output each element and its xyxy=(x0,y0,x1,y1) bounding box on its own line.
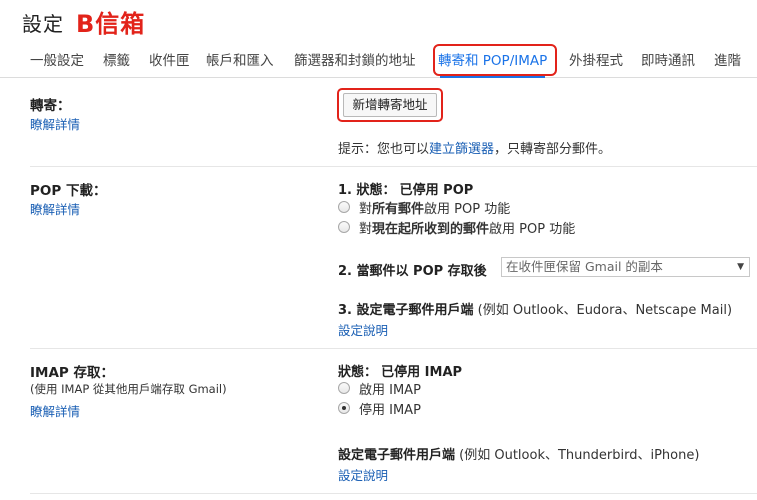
tab-general[interactable]: 一般設定 xyxy=(30,42,84,78)
section-divider xyxy=(30,166,757,167)
tab-highlight-box xyxy=(433,44,557,76)
radio-button[interactable] xyxy=(338,221,350,233)
radio-button[interactable] xyxy=(338,382,350,394)
pop-title: POP 下載： xyxy=(30,183,107,199)
tab-chat[interactable]: 即時通訊 xyxy=(641,42,695,78)
imap-learn-more-link[interactable]: 瞭解詳情 xyxy=(30,401,80,420)
pop-option-all-mail[interactable]: 對所有郵件 啟用 POP 功能 xyxy=(338,198,510,217)
section-divider xyxy=(30,493,757,494)
tab-inbox[interactable]: 收件匣 xyxy=(149,42,190,78)
forwarding-tip: 提示：您也可以建立篩選器，只轉寄部分郵件。 xyxy=(338,142,612,157)
pop-status: 1. 狀態： 已停用 POP xyxy=(338,183,474,198)
pop-access-label: 2. 當郵件以 POP 存取後 xyxy=(338,264,487,279)
settings-tabs: 一般設定 標籤 收件匣 帳戶和匯入 篩選器和封鎖的地址 轉寄和 POP/IMAP… xyxy=(0,42,757,78)
tab-labels[interactable]: 標籤 xyxy=(103,42,130,78)
imap-option-disable[interactable]: 停用 IMAP xyxy=(338,399,421,418)
imap-title: IMAP 存取： xyxy=(30,365,114,381)
page-title: 設定 xyxy=(22,12,64,36)
tab-addons[interactable]: 外掛程式 xyxy=(569,42,623,78)
annotation-label: B信箱 xyxy=(76,10,146,38)
imap-client-setup: 設定電子郵件用戶端 (例如 Outlook、Thunderbird、iPhone… xyxy=(338,448,700,463)
pop-learn-more-link[interactable]: 瞭解詳情 xyxy=(30,199,80,218)
button-highlight-box xyxy=(337,88,443,122)
tab-accounts-import[interactable]: 帳戶和匯入 xyxy=(206,42,274,78)
imap-setup-instructions-link[interactable]: 設定說明 xyxy=(338,465,388,484)
imap-status: 狀態： 已停用 IMAP xyxy=(338,365,463,380)
forwarding-title: 轉寄： xyxy=(30,98,71,114)
radio-button[interactable] xyxy=(338,201,350,213)
tab-advanced[interactable]: 進階 xyxy=(714,42,741,78)
pop-setup-instructions-link[interactable]: 設定說明 xyxy=(338,320,388,339)
imap-subtitle: (使用 IMAP 從其他用戶端存取 Gmail) xyxy=(30,382,227,396)
forwarding-learn-more-link[interactable]: 瞭解詳情 xyxy=(30,114,80,133)
section-divider xyxy=(30,348,757,349)
tab-filters-blocked[interactable]: 篩選器和封鎖的地址 xyxy=(294,42,416,78)
radio-button-selected[interactable] xyxy=(338,402,350,414)
pop-access-select[interactable]: 在收件匣保留 Gmail 的副本 ▼ xyxy=(501,257,750,277)
pop-client-setup: 3. 設定電子郵件用戶端 (例如 Outlook、Eudora、Netscape… xyxy=(338,303,733,318)
dropdown-arrow-icon: ▼ xyxy=(737,262,744,272)
create-filter-link[interactable]: 建立篩選器 xyxy=(429,142,494,157)
pop-option-new-mail[interactable]: 對現在起所收到的郵件 啟用 POP 功能 xyxy=(338,218,575,237)
imap-option-enable[interactable]: 啟用 IMAP xyxy=(338,379,421,398)
